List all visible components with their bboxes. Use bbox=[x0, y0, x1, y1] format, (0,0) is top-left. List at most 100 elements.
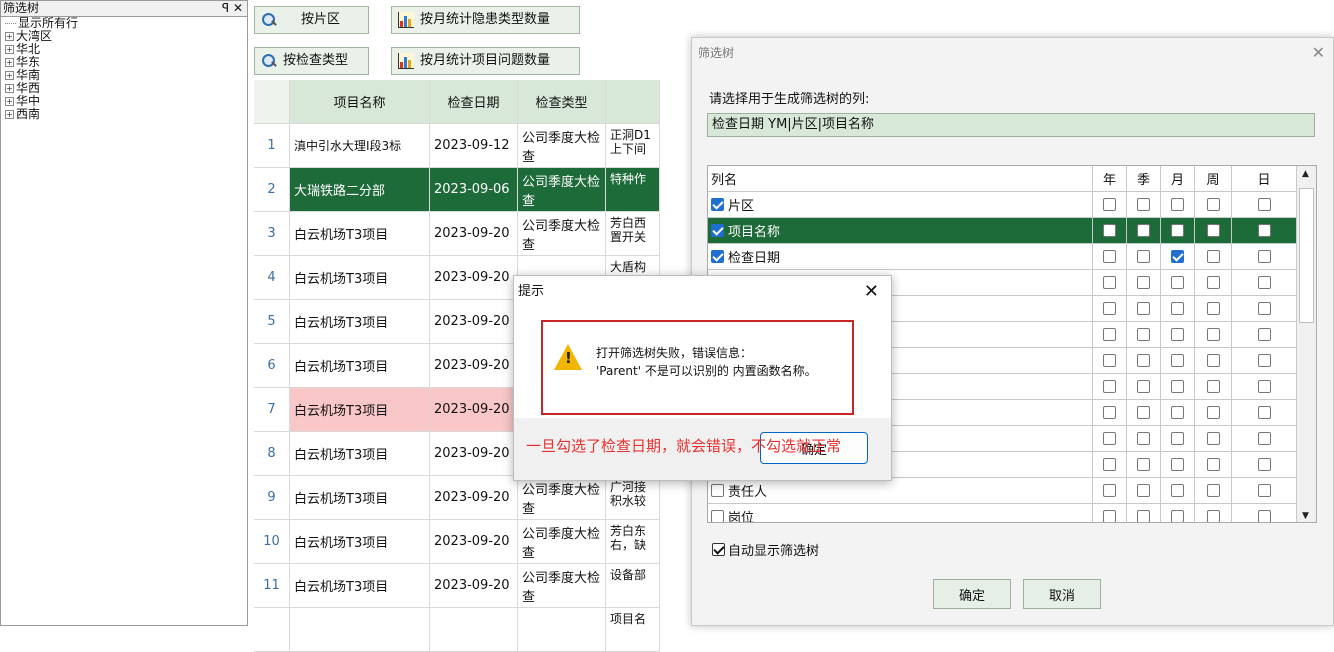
table-row[interactable]: 9 白云机场T3项目 2023-09-20 公司季度大检查 广河接 积水较 bbox=[254, 476, 660, 520]
date-part-cell[interactable] bbox=[1195, 348, 1232, 374]
cell-num[interactable]: 7 bbox=[254, 388, 290, 432]
checkbox-icon[interactable] bbox=[1257, 250, 1271, 263]
date-part-cell[interactable] bbox=[1161, 478, 1195, 504]
date-part-cell[interactable] bbox=[1127, 244, 1161, 270]
cell-extra[interactable]: 特种作 bbox=[606, 168, 660, 212]
date-part-cell[interactable] bbox=[1161, 192, 1195, 218]
date-part-cell[interactable] bbox=[1232, 244, 1297, 270]
cell-name[interactable]: 白云机场T3项目 bbox=[290, 520, 430, 564]
date-part-cell[interactable] bbox=[1195, 374, 1232, 400]
cell-num[interactable]: 5 bbox=[254, 300, 290, 344]
checkbox-icon[interactable] bbox=[711, 484, 724, 497]
checkbox-icon[interactable] bbox=[1206, 276, 1220, 289]
checkbox-icon[interactable] bbox=[1171, 458, 1184, 471]
checkbox-icon[interactable] bbox=[1171, 510, 1184, 522]
scroll-down-icon[interactable]: ▼ bbox=[1302, 511, 1309, 521]
checkbox-icon[interactable] bbox=[1103, 250, 1116, 263]
checkbox-icon[interactable] bbox=[1137, 328, 1150, 341]
table-row[interactable]: 1 滇中引水大理Ⅰ段3标 2023-09-12 公司季度大检查 正洞D1 上下间 bbox=[254, 124, 660, 168]
column-row[interactable]: 检查日期 bbox=[708, 244, 1297, 270]
cell-date[interactable] bbox=[430, 608, 518, 652]
checkbox-icon[interactable] bbox=[1206, 328, 1220, 341]
checkbox-icon[interactable] bbox=[1206, 380, 1220, 393]
tree-view[interactable]: 显示所有行 + 大湾区 + 华北 + 华东 + 华南 + 华西 + 华中 + 西南 bbox=[1, 17, 247, 121]
checkbox-icon[interactable] bbox=[711, 224, 724, 237]
date-part-cell[interactable] bbox=[1232, 218, 1297, 244]
date-part-cell[interactable] bbox=[1127, 348, 1161, 374]
cell-name[interactable]: 白云机场T3项目 bbox=[290, 388, 430, 432]
checkbox-icon[interactable] bbox=[1206, 406, 1220, 419]
checkbox-icon[interactable] bbox=[711, 510, 724, 522]
checkbox-icon[interactable] bbox=[1206, 432, 1220, 445]
checkbox-icon[interactable] bbox=[1171, 198, 1184, 211]
date-part-cell[interactable] bbox=[1093, 270, 1127, 296]
checkbox-icon[interactable] bbox=[1257, 406, 1271, 419]
cell-name[interactable]: 白云机场T3项目 bbox=[290, 212, 430, 256]
expand-icon[interactable]: + bbox=[5, 110, 14, 119]
table-row[interactable]: 项目名 bbox=[254, 608, 660, 652]
date-part-cell[interactable] bbox=[1195, 426, 1232, 452]
date-part-cell[interactable] bbox=[1161, 270, 1195, 296]
cell-type[interactable]: 公司季度大检查 bbox=[518, 520, 606, 564]
checkbox-icon[interactable] bbox=[1206, 484, 1220, 497]
checkbox-icon[interactable] bbox=[1103, 432, 1116, 445]
grid-header-cell[interactable]: 检查类型 bbox=[518, 80, 606, 124]
cell-name[interactable]: 白云机场T3项目 bbox=[290, 432, 430, 476]
cell-type[interactable] bbox=[518, 608, 606, 652]
table-row[interactable]: 11 白云机场T3项目 2023-09-20 公司季度大检查 设备部 bbox=[254, 564, 660, 608]
checkbox-icon[interactable] bbox=[1206, 250, 1220, 263]
date-part-cell[interactable] bbox=[1093, 400, 1127, 426]
checkbox-icon[interactable] bbox=[1257, 510, 1271, 522]
date-part-cell[interactable] bbox=[1093, 478, 1127, 504]
date-part-cell[interactable] bbox=[1093, 322, 1127, 348]
table-row[interactable]: 2 大瑞铁路二分部 2023-09-06 公司季度大检查 特种作 bbox=[254, 168, 660, 212]
checkbox-icon[interactable] bbox=[1137, 354, 1150, 367]
date-part-cell[interactable] bbox=[1232, 504, 1297, 522]
date-part-cell[interactable] bbox=[1093, 348, 1127, 374]
date-part-cell[interactable] bbox=[1195, 296, 1232, 322]
cell-date[interactable]: 2023-09-20 bbox=[430, 256, 518, 300]
date-part-cell[interactable] bbox=[1232, 478, 1297, 504]
checkbox-icon[interactable] bbox=[1171, 432, 1184, 445]
cell-num[interactable]: 9 bbox=[254, 476, 290, 520]
date-part-cell[interactable] bbox=[1093, 426, 1127, 452]
checkbox-icon[interactable] bbox=[1103, 328, 1116, 341]
checkbox-icon[interactable] bbox=[1137, 432, 1150, 445]
checkbox-icon[interactable] bbox=[1257, 328, 1271, 341]
checkbox-icon[interactable] bbox=[1137, 302, 1150, 315]
cell-date[interactable]: 2023-09-20 bbox=[430, 476, 518, 520]
ok-button[interactable]: 确定 bbox=[933, 579, 1011, 609]
cell-type[interactable]: 公司季度大检查 bbox=[518, 124, 606, 168]
column-row[interactable]: 项目名称 bbox=[708, 218, 1297, 244]
cell-num[interactable]: 11 bbox=[254, 564, 290, 608]
cell-name[interactable]: 白云机场T3项目 bbox=[290, 564, 430, 608]
date-part-cell[interactable] bbox=[1232, 192, 1297, 218]
checkbox-icon[interactable] bbox=[711, 250, 724, 263]
cell-extra[interactable]: 广河接 积水较 bbox=[606, 476, 660, 520]
checkbox-icon[interactable] bbox=[1171, 380, 1184, 393]
checkbox-icon[interactable] bbox=[1137, 484, 1150, 497]
checkbox-icon[interactable] bbox=[1103, 380, 1116, 393]
checkbox-icon[interactable] bbox=[1171, 250, 1184, 263]
cell-num[interactable] bbox=[254, 608, 290, 652]
date-part-cell[interactable] bbox=[1195, 322, 1232, 348]
checkbox-icon[interactable] bbox=[1206, 224, 1220, 237]
checkbox-icon[interactable] bbox=[1137, 250, 1150, 263]
vertical-scrollbar[interactable]: ▲ ▼ bbox=[1296, 166, 1316, 522]
cell-type[interactable]: 公司季度大检查 bbox=[518, 564, 606, 608]
date-part-cell[interactable] bbox=[1161, 348, 1195, 374]
cell-name[interactable]: 白云机场T3项目 bbox=[290, 256, 430, 300]
column-name-cell[interactable]: 片区 bbox=[708, 192, 1093, 218]
by-check-type-button[interactable]: 按检查类型 bbox=[254, 47, 369, 75]
checkbox-icon[interactable] bbox=[1171, 302, 1184, 315]
checkbox-icon[interactable] bbox=[1103, 198, 1116, 211]
date-part-cell[interactable] bbox=[1232, 426, 1297, 452]
column-row[interactable]: 责任人 bbox=[708, 478, 1297, 504]
checkbox-icon[interactable] bbox=[1206, 198, 1220, 211]
grid-header-cell[interactable]: 检查日期 bbox=[430, 80, 518, 124]
date-part-cell[interactable] bbox=[1127, 270, 1161, 296]
checkbox-icon[interactable] bbox=[1257, 432, 1271, 445]
cell-num[interactable]: 3 bbox=[254, 212, 290, 256]
cell-num[interactable]: 4 bbox=[254, 256, 290, 300]
checkbox-icon[interactable] bbox=[1257, 380, 1271, 393]
